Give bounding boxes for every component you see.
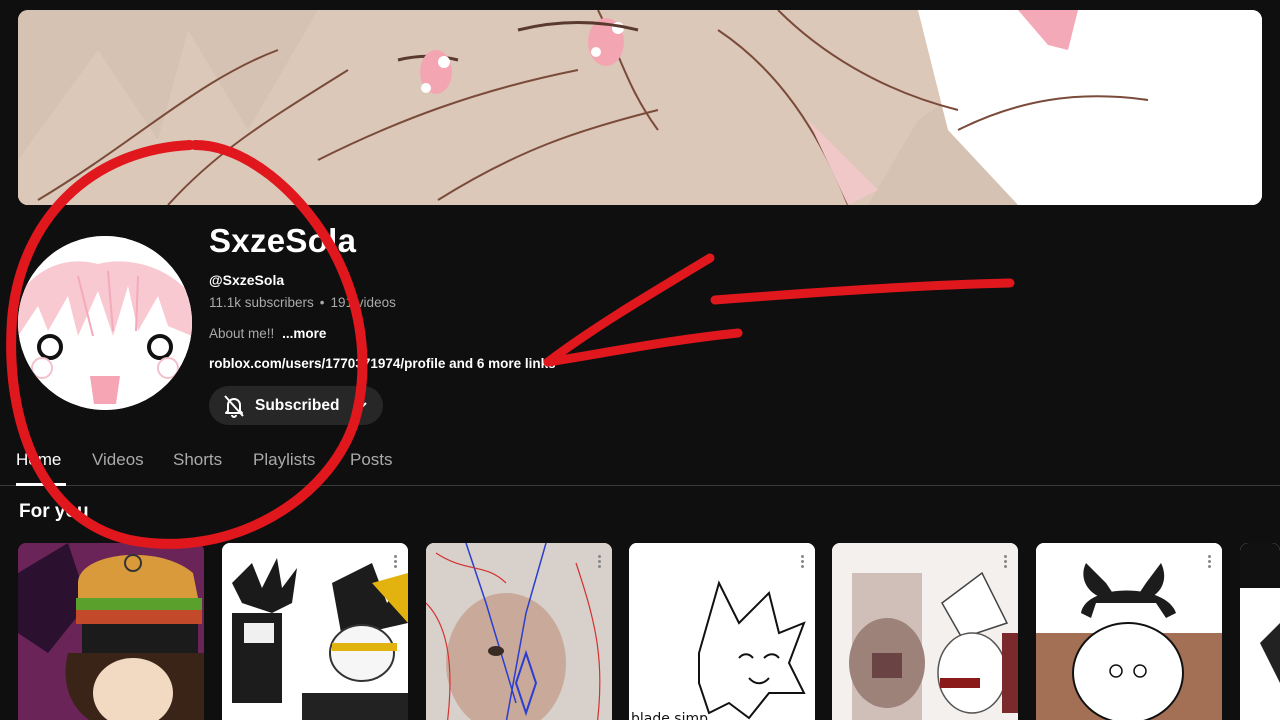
channel-banner bbox=[18, 10, 1262, 205]
channel-tabs: Home Videos Shorts Playlists Posts bbox=[0, 440, 1280, 486]
stats-separator: • bbox=[319, 295, 325, 310]
more-options-icon[interactable] bbox=[1208, 555, 1212, 569]
video-thumbnail[interactable] bbox=[832, 543, 1018, 720]
tab-posts[interactable]: Posts bbox=[350, 450, 393, 470]
channel-stats: 11.1k subscribers • 191 videos bbox=[209, 295, 396, 310]
active-tab-indicator bbox=[16, 483, 66, 486]
video-thumbnail[interactable] bbox=[1240, 543, 1280, 720]
more-options-icon[interactable] bbox=[394, 555, 398, 569]
more-options-icon[interactable] bbox=[801, 555, 805, 569]
tab-playlists[interactable]: Playlists bbox=[253, 450, 315, 470]
subscriber-count: 11.1k subscribers bbox=[209, 295, 314, 310]
channel-name: SxzeSola bbox=[209, 222, 357, 259]
video-thumbnail[interactable] bbox=[18, 543, 204, 720]
channel-avatar[interactable] bbox=[18, 236, 192, 410]
about-more-link[interactable]: ...more bbox=[282, 326, 326, 341]
subscribed-label: Subscribed bbox=[255, 396, 340, 414]
channel-links[interactable]: roblox.com/users/1770371974/profile and … bbox=[209, 356, 556, 371]
more-options-icon[interactable] bbox=[598, 555, 602, 569]
more-options-icon[interactable] bbox=[1004, 555, 1008, 569]
video-thumbnail[interactable]: blade simp bbox=[629, 543, 815, 720]
tab-videos[interactable]: Videos bbox=[92, 450, 144, 470]
subscribed-button[interactable]: Subscribed bbox=[209, 386, 383, 425]
tab-home[interactable]: Home bbox=[16, 450, 61, 470]
video-thumbnail[interactable] bbox=[222, 543, 408, 720]
chevron-down-icon bbox=[353, 398, 369, 414]
about-text: About me!! bbox=[209, 326, 275, 341]
channel-handle: @SxzeSola bbox=[209, 272, 285, 288]
section-title: For you bbox=[19, 501, 89, 522]
bell-off-icon bbox=[221, 393, 247, 419]
tab-shorts[interactable]: Shorts bbox=[173, 450, 222, 470]
video-thumbnail[interactable] bbox=[426, 543, 612, 720]
thumbnail-caption: blade simp bbox=[631, 711, 709, 720]
video-count: 191 videos bbox=[330, 295, 396, 310]
video-thumbnail[interactable] bbox=[1036, 543, 1222, 720]
channel-about[interactable]: About me!! ...more bbox=[209, 326, 326, 341]
